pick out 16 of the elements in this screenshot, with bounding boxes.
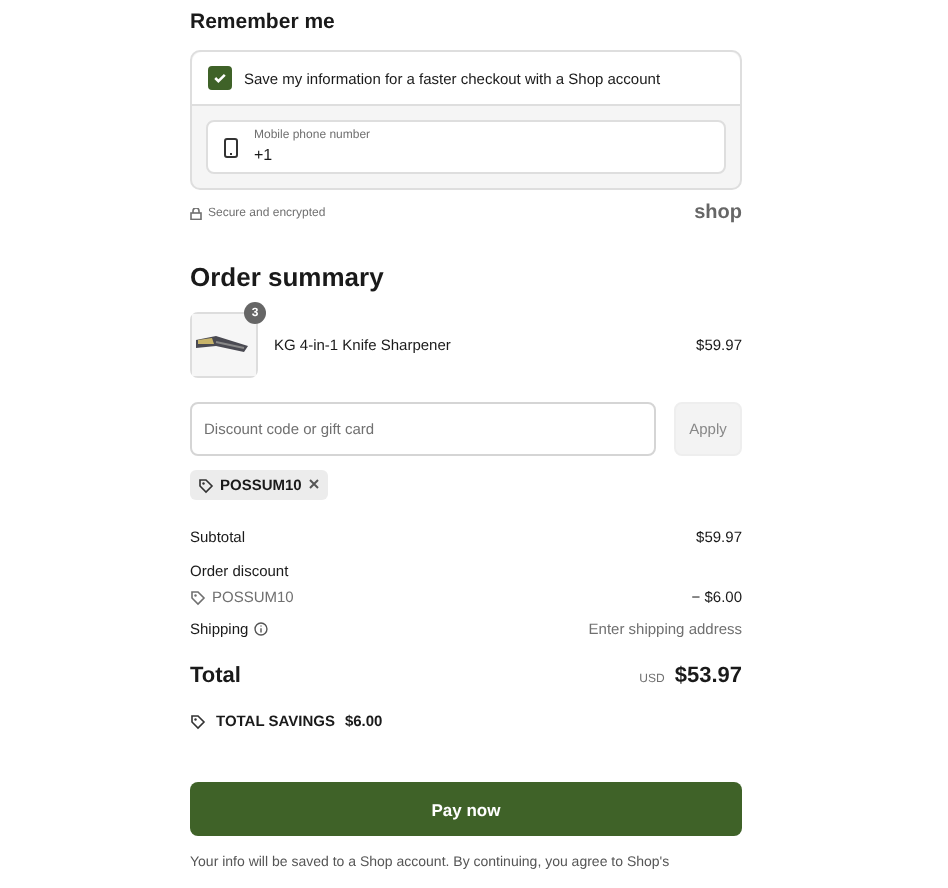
total-value: $53.97 bbox=[674, 664, 742, 688]
section-title: Order summary bbox=[190, 262, 386, 292]
shop-logo: shop bbox=[694, 202, 742, 224]
total-label: Total bbox=[190, 664, 241, 688]
checkbox[interactable] bbox=[208, 66, 232, 90]
remove-button[interactable] bbox=[307, 477, 320, 493]
checkmark-icon bbox=[212, 70, 228, 86]
tag-icon bbox=[198, 477, 214, 493]
info-icon[interactable] bbox=[254, 622, 269, 636]
tag-icon bbox=[190, 713, 206, 729]
tag-icon bbox=[190, 589, 206, 605]
lock-icon bbox=[190, 207, 202, 219]
phone-icon bbox=[224, 137, 238, 157]
field-value: +1 bbox=[254, 146, 275, 164]
section-title: Remember me bbox=[190, 10, 337, 34]
pay-button[interactable]: Pay now bbox=[190, 782, 742, 836]
